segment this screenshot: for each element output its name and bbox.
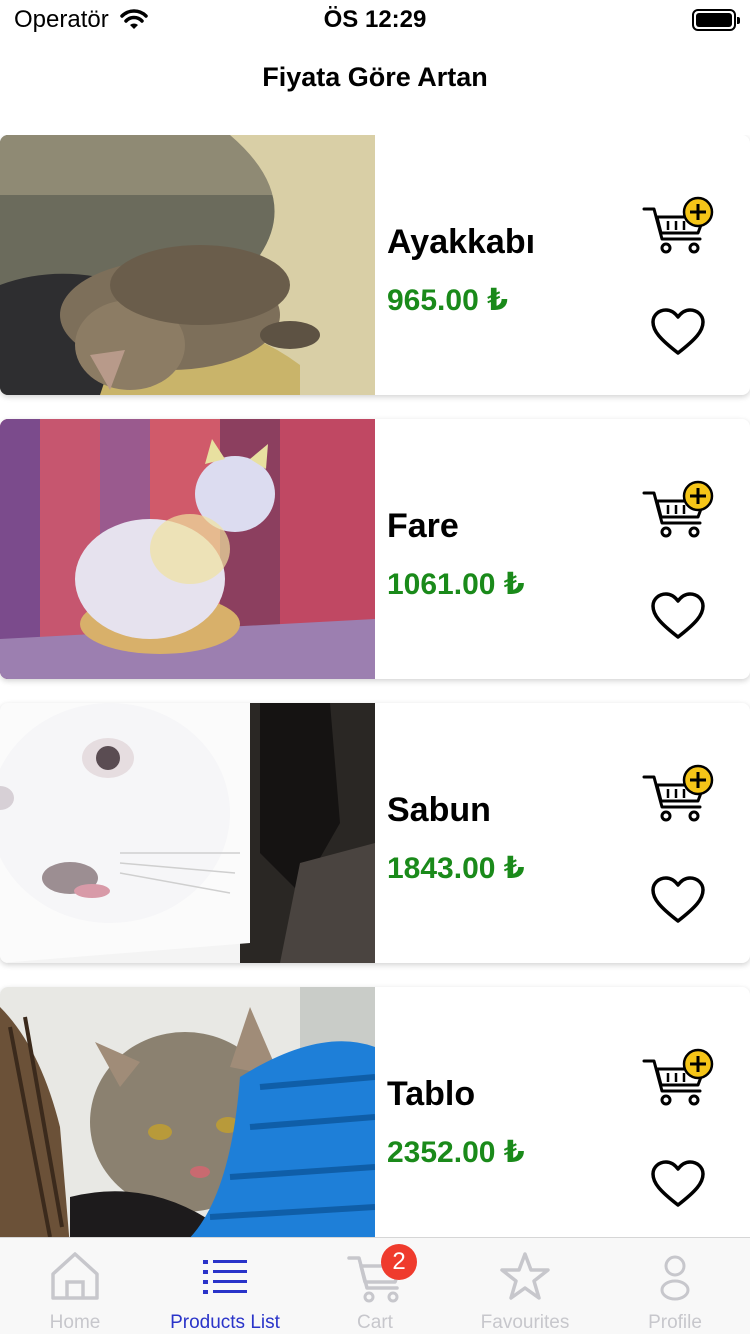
- status-time: ÖS 12:29: [323, 6, 427, 33]
- add-to-cart-icon[interactable]: [640, 195, 716, 259]
- tab-label: Profile: [648, 1312, 702, 1333]
- product-price: 2352.00 ₺: [387, 1136, 525, 1169]
- product-name: Tablo: [387, 1075, 476, 1113]
- tab-label: Favourites: [480, 1312, 570, 1333]
- product-price: 1843.00 ₺: [387, 852, 525, 885]
- heart-icon[interactable]: [650, 591, 706, 641]
- product-price: 965.00 ₺: [387, 284, 508, 317]
- page-title: Fiyata Göre Artan: [262, 62, 488, 92]
- product-card[interactable]: Fare 1061.00 ₺: [0, 419, 750, 679]
- list-icon: [203, 1260, 247, 1294]
- tab-cart[interactable]: 2 Cart: [300, 1238, 450, 1334]
- tab-label: Cart: [357, 1312, 393, 1333]
- product-image: [0, 703, 375, 963]
- battery-icon: [692, 9, 740, 31]
- add-to-cart-icon[interactable]: [640, 763, 716, 827]
- product-name: Ayakkabı: [387, 223, 536, 261]
- tab-label: Home: [49, 1312, 101, 1333]
- product-name: Sabun: [387, 791, 491, 829]
- product-card[interactable]: Ayakkabı 965.00 ₺: [0, 135, 750, 395]
- cart-badge: 2: [381, 1244, 417, 1280]
- tab-bar: Home Products List 2 Cart Favourites Pro…: [0, 1237, 750, 1334]
- star-icon: [500, 1252, 550, 1300]
- product-image: [0, 987, 375, 1237]
- person-icon: [660, 1255, 690, 1301]
- product-image: [0, 135, 375, 395]
- tab-label: Products List: [170, 1312, 280, 1333]
- tab-products-list[interactable]: Products List: [150, 1238, 300, 1334]
- heart-icon[interactable]: [650, 307, 706, 357]
- add-to-cart-icon[interactable]: [640, 1047, 716, 1111]
- product-card[interactable]: Sabun 1843.00 ₺: [0, 703, 750, 963]
- status-bar: Operatör ÖS 12:29: [0, 0, 750, 40]
- product-card[interactable]: Tablo 2352.00 ₺: [0, 987, 750, 1237]
- tab-favourites[interactable]: Favourites: [450, 1238, 600, 1334]
- product-list[interactable]: Ayakkabı 965.00 ₺ Fare 1061.00 ₺ Sabun 1…: [0, 135, 750, 1237]
- add-to-cart-icon[interactable]: [640, 479, 716, 543]
- product-price: 1061.00 ₺: [387, 568, 525, 601]
- tab-home[interactable]: Home: [0, 1238, 150, 1334]
- heart-icon[interactable]: [650, 875, 706, 925]
- heart-icon[interactable]: [650, 1159, 706, 1209]
- tab-profile[interactable]: Profile: [600, 1238, 750, 1334]
- home-icon: [51, 1252, 99, 1300]
- product-name: Fare: [387, 507, 459, 545]
- product-image: [0, 419, 375, 679]
